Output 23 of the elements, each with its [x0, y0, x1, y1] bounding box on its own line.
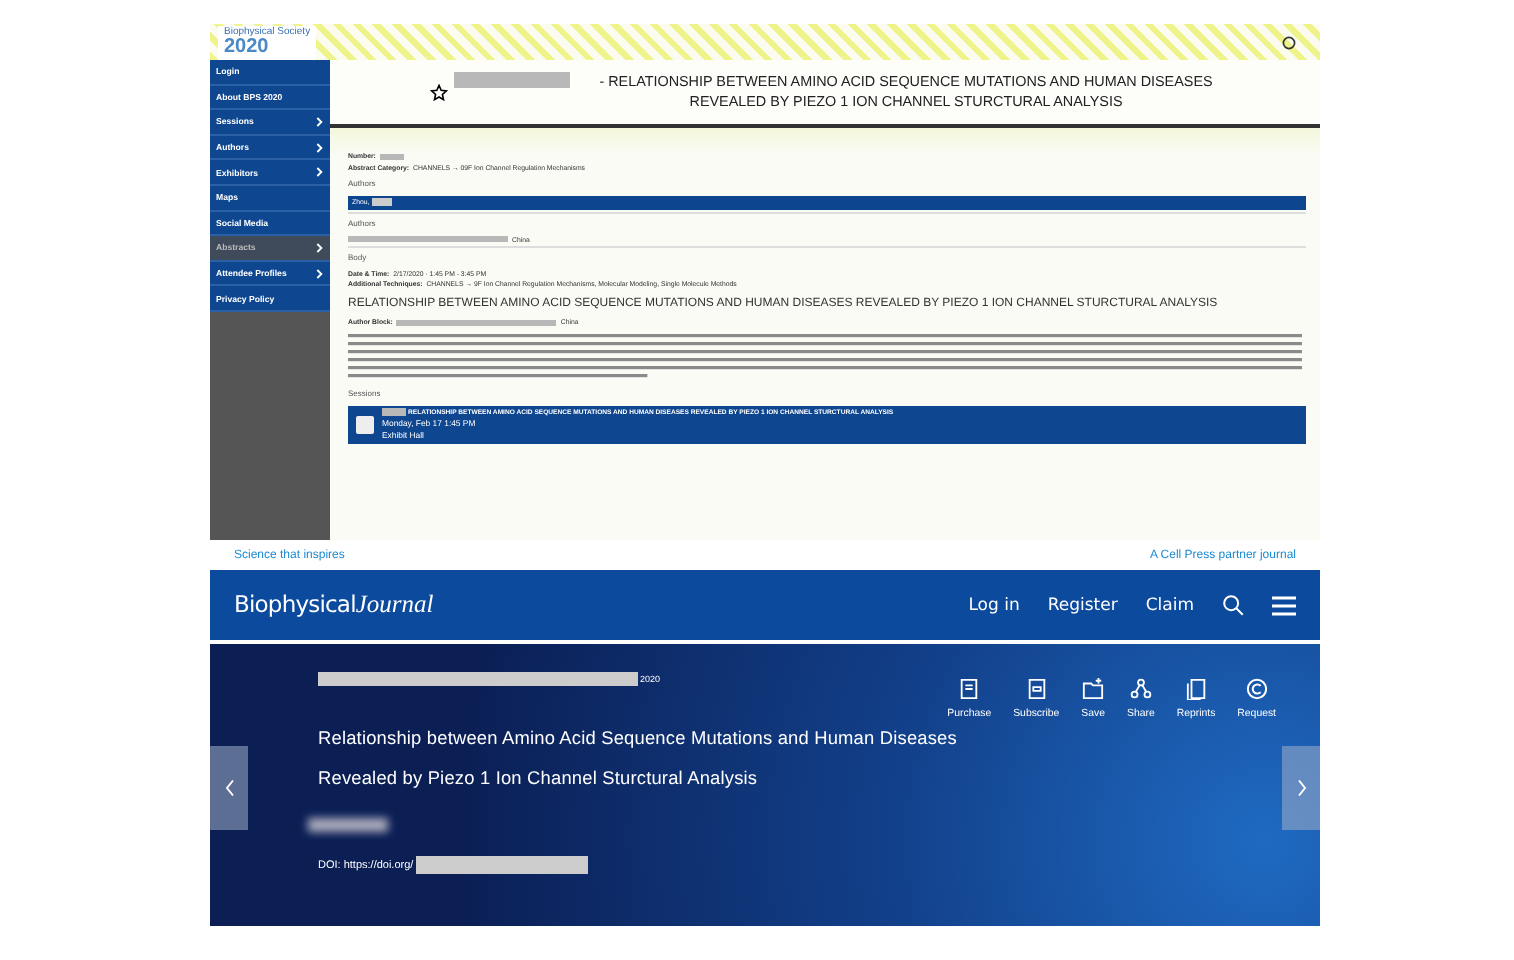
journal-logo[interactable]: BiophysicalJournal	[234, 590, 434, 620]
subscribe-icon	[1025, 678, 1048, 700]
star-icon[interactable]	[430, 83, 448, 101]
redaction-bar	[379, 153, 404, 159]
request-icon	[1245, 678, 1268, 700]
share-icon	[1129, 678, 1152, 700]
blurred-author	[308, 818, 388, 832]
chevron-right-icon	[1295, 778, 1307, 798]
purchase-icon	[958, 678, 981, 700]
redaction-bar	[454, 72, 570, 88]
redaction-bar	[371, 198, 392, 206]
nav-link[interactable]: Log in	[968, 595, 1020, 615]
calendar-icon	[356, 415, 374, 433]
article-title: Relationship between Amino Acid Sequence Mutations and Human Diseases Revealed by Piezo 1 Ion Channel Sturctural Analysis	[318, 726, 959, 792]
redaction-bar	[382, 408, 406, 417]
chevron-left-icon	[223, 778, 235, 798]
menu-icon[interactable]	[1272, 595, 1296, 615]
globe-icon[interactable]	[1282, 35, 1296, 49]
search-icon[interactable]	[1222, 594, 1244, 616]
save-icon	[1082, 678, 1105, 700]
reprints-icon	[1185, 678, 1207, 700]
nav-link[interactable]: Register	[1047, 595, 1118, 615]
nav-link[interactable]: Claim	[1145, 595, 1194, 615]
